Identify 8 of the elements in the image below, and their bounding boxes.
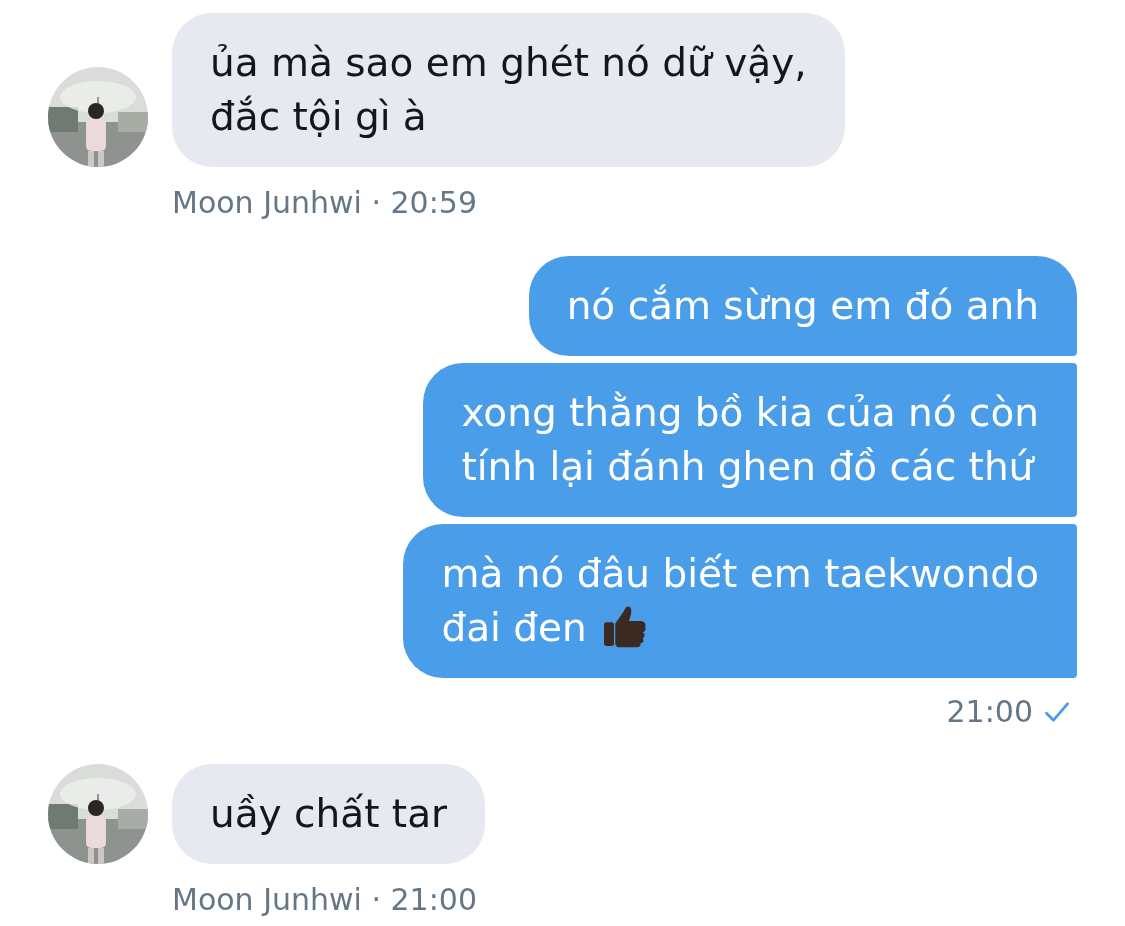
message-bubble: mà nó đâu biết em taekwondo đai đen: [403, 524, 1077, 678]
message-bubble: nó cắm sừng em đó anh: [528, 256, 1077, 356]
message-meta: Moon Junhwi · 21:00: [172, 882, 478, 917]
message-bubble: xong thằng bồ kia của nó còn tính lại đánh ghen đồ các thứ: [423, 363, 1077, 517]
message-bubble: ủa mà sao em ghét nó dữ vậy, đắc tội gì à: [172, 13, 845, 167]
message-time: 21:00: [946, 694, 1033, 729]
message-meta: Moon Junhwi · 20:59: [172, 185, 478, 220]
message-bubble: uầy chất tar: [172, 764, 486, 864]
